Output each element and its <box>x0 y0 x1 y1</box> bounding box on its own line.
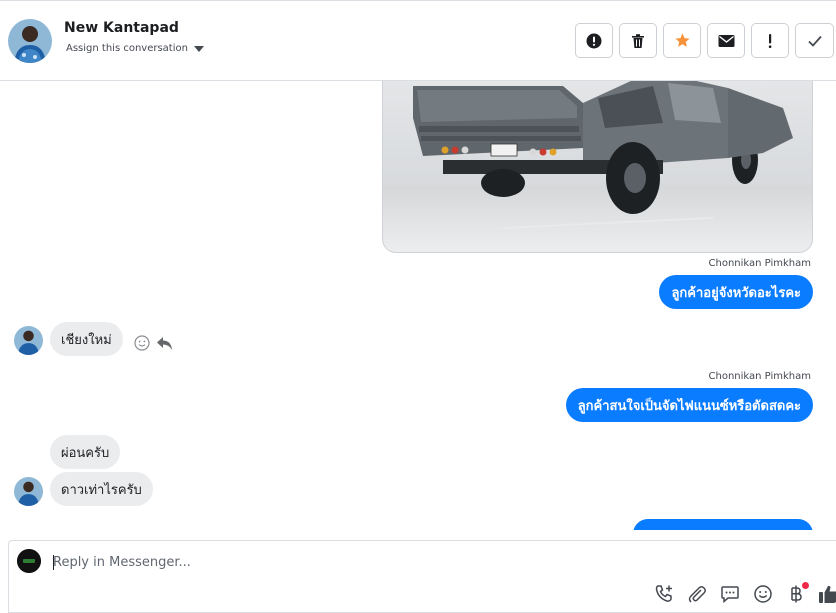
saved-reply-icon <box>720 585 739 603</box>
delete-button[interactable] <box>619 23 657 58</box>
mark-spam-button[interactable] <box>575 23 613 58</box>
react-emoji-icon[interactable] <box>134 335 150 351</box>
follow-up-button[interactable] <box>751 23 789 58</box>
notification-dot <box>802 582 809 589</box>
reply-arrow-icon[interactable] <box>156 336 173 351</box>
call-button[interactable] <box>653 583 674 604</box>
message-hover-tools <box>134 335 173 351</box>
conversation-actions <box>575 23 834 58</box>
reply-input[interactable] <box>53 551 753 573</box>
contact-avatar[interactable] <box>8 19 52 63</box>
contact-avatar-small[interactable] <box>14 477 43 506</box>
exclamation-icon <box>768 33 772 48</box>
contact-name[interactable]: New Kantapad <box>64 20 179 36</box>
incoming-message[interactable]: ผ่อนครับ <box>50 435 121 469</box>
payment-button[interactable] <box>785 582 809 604</box>
message-list[interactable]: Chonnikan Pimkham ลูกค้าอยู่จังหวัดอะไรค… <box>0 81 836 530</box>
thumbs-up-icon <box>819 585 836 603</box>
mark-unread-button[interactable] <box>707 23 745 58</box>
star-icon <box>674 33 690 47</box>
conversation-panel: New Kantapad Assign this conversation Ch… <box>0 0 836 613</box>
phone-add-icon <box>655 584 672 602</box>
check-icon <box>807 35 822 47</box>
incoming-message[interactable]: ดาวเท่าไรครับ <box>50 472 153 506</box>
sender-name: Chonnikan Pimkham <box>708 371 811 382</box>
pickup-truck-photo[interactable] <box>382 81 813 253</box>
page-avatar <box>17 549 41 573</box>
saved-replies-button[interactable] <box>719 583 740 604</box>
reply-composer <box>8 540 836 613</box>
emoji-button[interactable] <box>752 583 773 604</box>
star-button[interactable] <box>663 23 701 58</box>
assign-conversation-dropdown[interactable]: Assign this conversation <box>66 43 204 54</box>
incoming-message[interactable]: เชียงใหม่ <box>50 322 123 356</box>
exclamation-circle-icon <box>586 33 602 48</box>
sender-name: Chonnikan Pimkham <box>708 258 811 269</box>
envelope-icon <box>718 34 734 47</box>
baht-payment-icon <box>790 585 802 602</box>
attach-button[interactable] <box>686 583 707 604</box>
trash-icon <box>632 33 644 48</box>
conversation-header: New Kantapad Assign this conversation <box>0 0 836 81</box>
outgoing-message[interactable]: ลูกค้าสนใจเป็นจัดไฟแนนซ์หรือตัดสดคะ <box>565 388 813 422</box>
assign-label: Assign this conversation <box>66 43 188 54</box>
composer-tools <box>653 582 836 604</box>
contact-avatar-small[interactable] <box>14 326 43 355</box>
outgoing-message-partial[interactable] <box>633 519 813 530</box>
emoji-icon <box>753 584 772 603</box>
paperclip-icon <box>688 585 706 603</box>
outgoing-message[interactable]: ลูกค้าอยู่จังหวัดอะไรคะ <box>659 275 813 309</box>
caret-down-icon <box>193 45 204 52</box>
like-button[interactable] <box>818 583 836 604</box>
mark-done-button[interactable] <box>795 23 834 58</box>
